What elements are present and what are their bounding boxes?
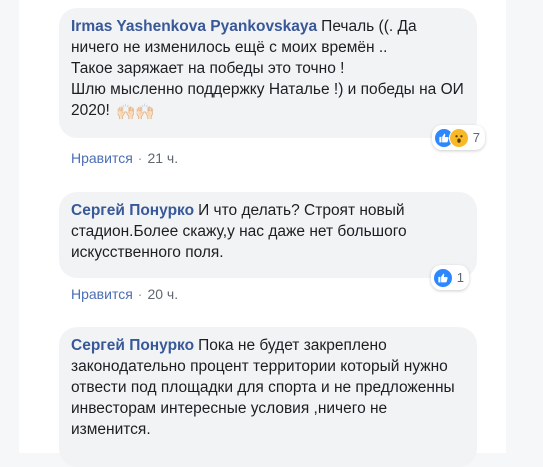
comment-author[interactable]: Сергей Понурко <box>71 202 194 219</box>
reaction-summary[interactable]: 7 <box>431 125 485 150</box>
like-link[interactable]: Нравится <box>71 286 133 302</box>
comment-author[interactable]: Irmas Yashenkova Pyankovskaya <box>71 18 317 35</box>
comment-bubble: Сергей Понурко Пока не будет закреплено з… <box>59 327 477 467</box>
separator-dot: · <box>137 286 143 302</box>
comment-author[interactable]: Сергей Понурко <box>71 337 194 354</box>
like-link[interactable]: Нравится <box>71 150 133 166</box>
comment-timestamp[interactable]: 20 ч. <box>147 286 178 302</box>
comment-actions: Нравится · 21 ч. <box>71 150 178 166</box>
comment-bubble: Irmas Yashenkova Pyankovskaya Печаль ((. … <box>59 8 485 150</box>
comment-timestamp[interactable]: 21 ч. <box>147 150 178 166</box>
raised-hands-emoji: 🙌🏻🙌🏻 <box>116 104 155 121</box>
comment-bubble: Сергей Понурко И что делать? Строят новый… <box>59 192 477 290</box>
wow-icon <box>448 127 469 148</box>
separator-dot: · <box>137 150 143 166</box>
like-icon <box>432 267 453 288</box>
comments-panel: Irmas Yashenkova Pyankovskaya Печаль ((. … <box>19 0 506 467</box>
reaction-summary[interactable]: 1 <box>430 265 469 290</box>
reaction-count: 1 <box>456 270 464 285</box>
reaction-count: 7 <box>472 130 480 145</box>
comment-actions: Нравится · 20 ч. <box>71 286 178 302</box>
